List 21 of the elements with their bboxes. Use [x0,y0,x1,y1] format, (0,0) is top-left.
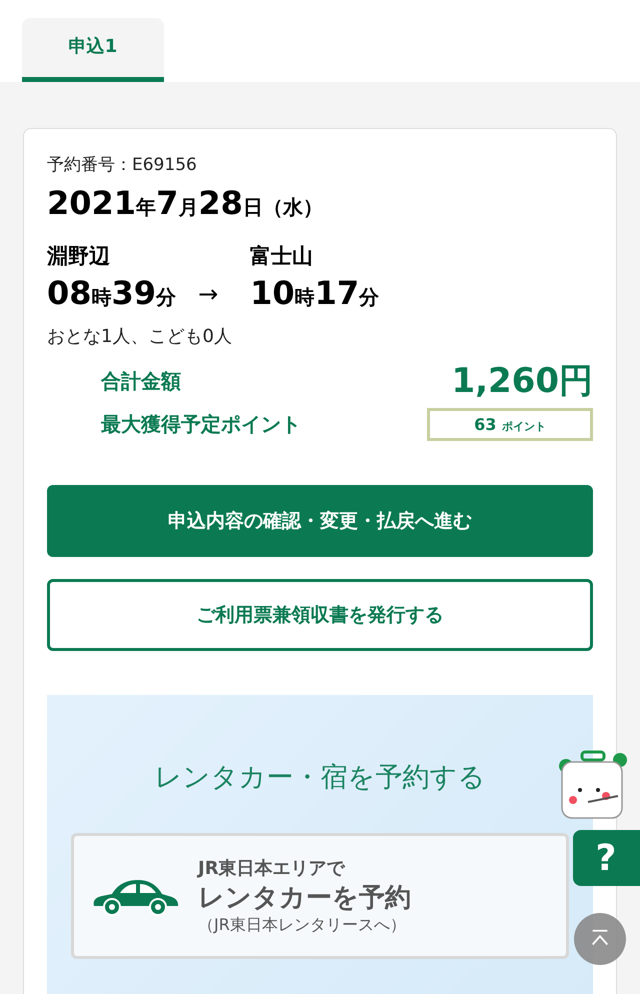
receipt-button[interactable]: ご利用票兼領収書を発行する [47,579,593,651]
travel-date: 2021年7月 28 日（水） [47,184,324,222]
passenger-count: おとな1人、こども0人 [47,325,233,348]
tab[interactable]: 申込1 [22,18,164,82]
route-arrow: → [198,280,220,310]
points-value: 63 ポイント [427,408,593,441]
points-label: 最大獲得予定ポイント [101,411,302,438]
departure-station: 淵野辺 [47,243,111,270]
reservation-number: 予約番号：E69156 [47,154,198,176]
car-subtitle: JR東日本エリアで [198,857,346,880]
arrival-time: 10時17分 [250,274,380,312]
arrival-station: 富士山 [250,243,314,270]
rental-car-card[interactable]: JR東日本エリアで レンタカーを予約 （JR東日本レンタリースへ） [71,833,569,959]
help-button[interactable]: ? [573,830,640,886]
car-note: （JR東日本レンタリースへ） [198,915,407,936]
departure-time: 08時39分 [47,274,176,312]
promo-title: レンタカー・宿を予約する [154,761,486,795]
proceed-button[interactable]: 申込内容の確認・変更・払戻へ進む [47,485,593,557]
car-title: レンタカーを予約 [198,882,411,915]
total-price: 1,260円 [450,360,593,403]
total-label: 合計金額 [101,368,182,394]
